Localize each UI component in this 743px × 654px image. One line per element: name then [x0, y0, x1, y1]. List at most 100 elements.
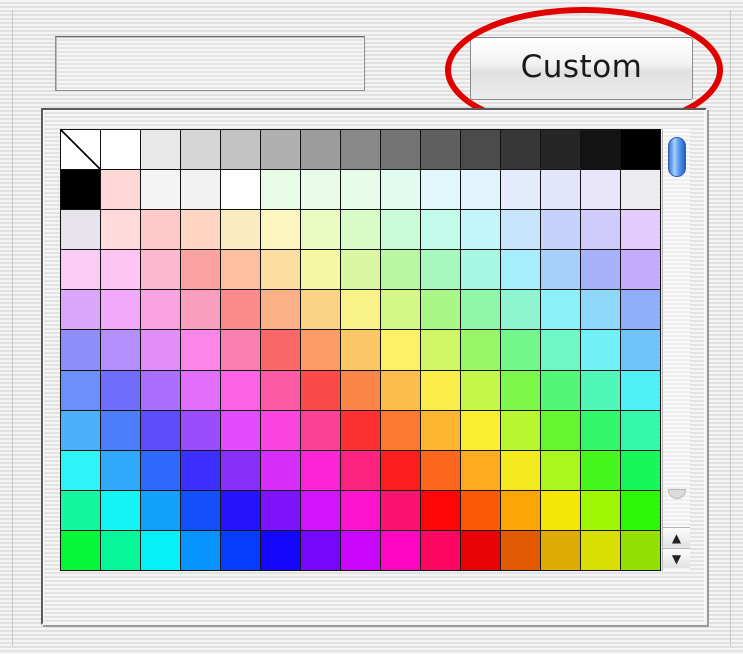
color-swatch[interactable] — [621, 370, 660, 410]
color-swatch[interactable] — [341, 170, 380, 210]
color-swatch[interactable] — [621, 530, 660, 570]
color-swatch[interactable] — [541, 130, 580, 170]
color-swatch[interactable] — [61, 370, 100, 410]
color-swatch[interactable] — [141, 530, 180, 570]
color-swatch[interactable] — [621, 290, 660, 330]
color-swatch[interactable] — [581, 410, 620, 450]
color-swatch[interactable] — [581, 250, 620, 290]
color-swatch[interactable] — [61, 170, 100, 210]
color-swatch[interactable] — [581, 330, 620, 370]
color-swatch[interactable] — [61, 530, 100, 570]
color-swatch[interactable] — [61, 210, 100, 250]
color-swatch[interactable] — [341, 410, 380, 450]
color-swatch[interactable] — [421, 250, 460, 290]
color-swatch[interactable] — [421, 330, 460, 370]
color-swatch[interactable] — [381, 330, 420, 370]
color-swatch[interactable] — [101, 450, 140, 490]
color-swatch[interactable] — [541, 250, 580, 290]
color-swatch[interactable] — [181, 290, 220, 330]
color-swatch[interactable] — [221, 330, 260, 370]
color-swatch[interactable] — [341, 450, 380, 490]
color-swatch[interactable] — [381, 530, 420, 570]
color-swatch[interactable] — [461, 450, 500, 490]
color-swatch[interactable] — [541, 330, 580, 370]
color-swatch[interactable] — [501, 410, 540, 450]
color-swatch[interactable] — [341, 490, 380, 530]
color-swatch[interactable] — [261, 250, 300, 290]
color-swatch[interactable] — [501, 210, 540, 250]
color-swatch[interactable] — [101, 530, 140, 570]
color-swatch[interactable] — [501, 490, 540, 530]
color-swatch[interactable] — [461, 290, 500, 330]
color-swatch[interactable] — [221, 170, 260, 210]
color-swatch[interactable] — [621, 130, 660, 170]
color-swatch[interactable] — [501, 250, 540, 290]
color-swatch[interactable] — [221, 210, 260, 250]
no-color-swatch[interactable] — [61, 130, 100, 170]
color-swatch[interactable] — [501, 530, 540, 570]
color-swatch[interactable] — [261, 330, 300, 370]
color-swatch[interactable] — [181, 450, 220, 490]
color-swatch[interactable] — [141, 450, 180, 490]
color-swatch[interactable] — [461, 170, 500, 210]
color-swatch[interactable] — [581, 130, 620, 170]
color-swatch[interactable] — [221, 450, 260, 490]
color-swatch[interactable] — [221, 490, 260, 530]
color-swatch[interactable] — [461, 130, 500, 170]
color-swatch[interactable] — [621, 410, 660, 450]
color-swatch[interactable] — [301, 290, 340, 330]
color-swatch[interactable] — [381, 250, 420, 290]
color-swatch[interactable] — [261, 370, 300, 410]
color-swatch[interactable] — [301, 490, 340, 530]
color-swatch[interactable] — [581, 370, 620, 410]
color-swatch[interactable] — [581, 170, 620, 210]
color-swatch[interactable] — [261, 490, 300, 530]
color-swatch[interactable] — [341, 250, 380, 290]
color-swatch[interactable] — [181, 170, 220, 210]
color-swatch[interactable] — [581, 490, 620, 530]
color-swatch[interactable] — [101, 170, 140, 210]
color-swatch[interactable] — [101, 410, 140, 450]
color-swatch[interactable] — [301, 530, 340, 570]
color-swatch[interactable] — [181, 530, 220, 570]
color-swatch[interactable] — [421, 130, 460, 170]
color-swatch[interactable] — [141, 290, 180, 330]
color-swatch[interactable] — [221, 410, 260, 450]
color-swatch[interactable] — [301, 210, 340, 250]
color-swatch[interactable] — [261, 290, 300, 330]
color-swatch[interactable] — [541, 370, 580, 410]
color-swatch[interactable] — [221, 370, 260, 410]
color-swatch[interactable] — [621, 450, 660, 490]
color-swatch[interactable] — [101, 290, 140, 330]
color-swatch[interactable] — [461, 210, 500, 250]
color-swatch[interactable] — [341, 330, 380, 370]
color-swatch[interactable] — [141, 170, 180, 210]
color-swatch[interactable] — [621, 490, 660, 530]
color-swatch[interactable] — [61, 290, 100, 330]
color-swatch[interactable] — [101, 330, 140, 370]
scroll-down-arrow-icon[interactable]: ▼ — [663, 548, 690, 568]
color-swatch[interactable] — [541, 290, 580, 330]
color-swatch[interactable] — [181, 250, 220, 290]
selected-color-well[interactable] — [55, 36, 365, 91]
color-swatch[interactable] — [341, 290, 380, 330]
color-swatch[interactable] — [301, 370, 340, 410]
color-swatch[interactable] — [101, 130, 140, 170]
color-swatch[interactable] — [421, 290, 460, 330]
color-swatch[interactable] — [381, 170, 420, 210]
color-swatch[interactable] — [261, 450, 300, 490]
color-swatch[interactable] — [261, 170, 300, 210]
color-swatch[interactable] — [621, 330, 660, 370]
color-swatch[interactable] — [101, 250, 140, 290]
color-swatch[interactable] — [101, 210, 140, 250]
color-swatch[interactable] — [501, 450, 540, 490]
color-swatch[interactable] — [581, 530, 620, 570]
color-swatch[interactable] — [101, 370, 140, 410]
color-swatch[interactable] — [181, 330, 220, 370]
color-swatch[interactable] — [381, 370, 420, 410]
color-swatch[interactable] — [221, 290, 260, 330]
color-swatch[interactable] — [341, 530, 380, 570]
color-swatch[interactable] — [301, 330, 340, 370]
color-swatch[interactable] — [221, 530, 260, 570]
color-swatch[interactable] — [541, 410, 580, 450]
